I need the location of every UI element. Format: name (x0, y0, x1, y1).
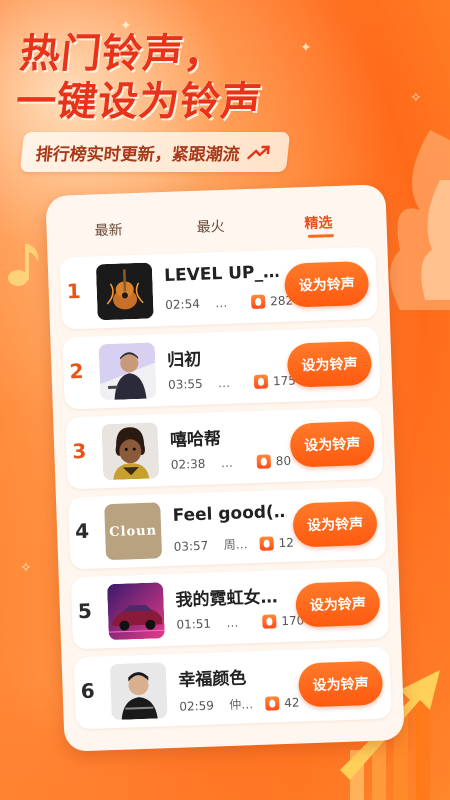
duration: 03:55 (167, 376, 203, 392)
heat-value: 80 (275, 453, 292, 469)
heat-value: 42 (283, 695, 300, 710)
flame-icon (250, 294, 266, 309)
heat-count: 42 (264, 695, 300, 711)
set-ringtone-button[interactable]: 设为铃声 (292, 500, 378, 548)
heat-value: 12 (278, 535, 295, 550)
heat-count: 12 (259, 535, 295, 551)
list-item[interactable]: 4 Cloun Feel good(… 03:57 周… 12 设为铃声 (67, 486, 387, 570)
ringtone-title: 幸福颜色 (178, 668, 247, 691)
subtitle-text: 排行榜实时更新，紧跟潮流 (34, 144, 241, 165)
set-ringtone-button[interactable]: 设为铃声 (289, 420, 375, 468)
ringtone-meta: 03:55 … 175 (168, 373, 296, 391)
flame-icon (259, 535, 274, 551)
artist: 周… (223, 537, 248, 553)
flame-icon (264, 695, 280, 711)
cover-logo-text: Cloun (108, 522, 158, 540)
sparkle-icon: ✧ (20, 560, 32, 576)
cloun-logo-cover: Cloun (104, 502, 163, 561)
set-ringtone-button[interactable]: 设为铃声 (297, 660, 384, 708)
rank-number: 3 (71, 438, 87, 464)
sparkle-icon: ✧ (410, 90, 422, 106)
list-item[interactable]: 6 幸福颜色 02:59 仲… 42 设为铃声 (73, 646, 392, 730)
list-item[interactable]: 3 嘻哈帮 02:38 … 80 设为铃声 (65, 406, 384, 490)
neon-car-cover (106, 582, 165, 641)
tab-bar: 最新 最火 精选 (45, 184, 387, 252)
artist: … (214, 295, 228, 311)
rank-number: 4 (74, 518, 90, 544)
headline-line2: 一键设为铃声 (13, 79, 265, 125)
set-ringtone-button[interactable]: 设为铃声 (286, 340, 373, 388)
duration: 01:51 (176, 616, 212, 632)
duration: 02:54 (165, 296, 201, 312)
ringtone-meta: 02:54 … 282 (165, 294, 293, 312)
music-note-icon (8, 244, 39, 286)
headline: 热门铃声， 一键设为铃声 (14, 30, 360, 126)
flame-icon (253, 374, 269, 389)
duration: 02:38 (170, 456, 206, 472)
ringtone-meta: 01:51 … 170 (176, 613, 304, 631)
tab-hottest[interactable]: 最火 (196, 216, 225, 237)
headline-line1: 热门铃声， (17, 31, 228, 77)
list-item[interactable]: 2 归初 03:55 … 175 设为铃声 (62, 326, 381, 410)
rank-number: 1 (66, 278, 82, 304)
artist: … (226, 615, 239, 631)
ringtone-meta: 02:38 … 80 (171, 454, 292, 472)
tab-featured[interactable]: 精选 (304, 212, 333, 233)
ringtone-title: Feel good(… (172, 501, 287, 526)
artist: 仲… (229, 697, 254, 712)
artist: … (220, 455, 234, 471)
trend-up-icon (247, 145, 270, 160)
duration: 02:59 (179, 698, 215, 714)
singer-portrait-cover (109, 662, 168, 721)
rank-number: 2 (69, 358, 84, 384)
set-ringtone-button[interactable]: 设为铃声 (295, 580, 381, 628)
cartoon-character-cover (101, 422, 160, 481)
list-item[interactable]: 1 LEVEL UP_… 02:54 … 282 设为铃声 (59, 246, 378, 330)
flame-icon (262, 614, 277, 629)
rank-number: 5 (77, 598, 93, 624)
artist: … (217, 375, 231, 391)
ringtone-ranking-card: 最新 最火 精选 1 LEVEL UP_… 02:54 … 282 设为铃声 2… (45, 184, 405, 752)
list-item[interactable]: 5 我的霓虹女… 01:51 … 170 设为铃声 (70, 566, 390, 650)
subtitle-banner: 排行榜实时更新，紧跟潮流 (19, 132, 291, 172)
rank-number: 6 (80, 678, 96, 704)
ringtone-title: 我的霓虹女… (175, 587, 278, 611)
ringtone-meta: 03:57 周… 12 (173, 534, 294, 555)
ringtone-title: 归初 (166, 349, 202, 371)
duration: 03:57 (173, 538, 209, 554)
heat-count: 80 (256, 453, 292, 469)
set-ringtone-button[interactable]: 设为铃声 (283, 260, 370, 308)
active-tab-indicator (307, 234, 335, 238)
ringtone-meta: 02:59 仲… 42 (179, 694, 300, 715)
ringtone-title: 嘻哈帮 (169, 429, 222, 451)
tab-latest[interactable]: 最新 (94, 219, 123, 240)
guitar-cover (95, 262, 154, 321)
flame-icon (256, 454, 272, 469)
man-portrait-cover (98, 342, 157, 401)
ringtone-title: LEVEL UP_… (163, 262, 279, 286)
